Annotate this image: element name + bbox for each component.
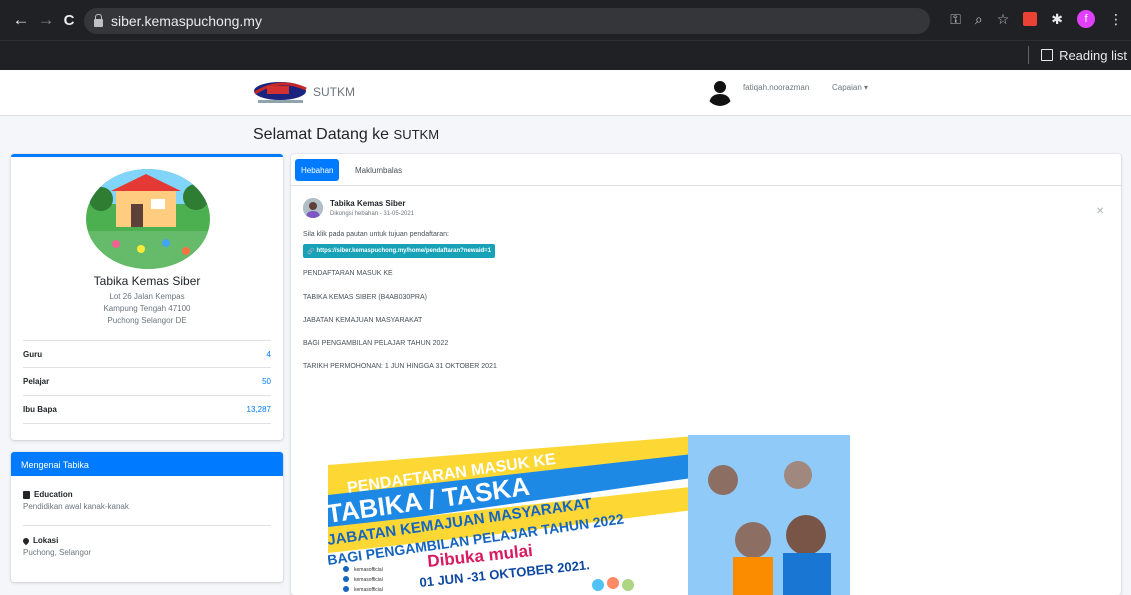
caret-down-icon: ▾ [864,83,869,92]
registration-link[interactable]: 🔗 https://siber.kemaspuchong.my/home/pend… [303,244,496,258]
page-title-brand: SUTKM [393,127,440,142]
stats-list: Guru 4 Pelajar 50 Ibu Bapa 13,287 [23,340,271,424]
school-name: Tabika Kemas Siber [93,274,201,288]
stat-value[interactable]: 13,287 [247,405,271,414]
profile-avatar[interactable]: f [1077,10,1095,28]
kemas-logo[interactable] [253,79,308,105]
post-line: TABIKA KEMAS SIBER (B4AB030PRA) [303,294,427,301]
site-header: SUTKM fatiqah.noorazman Capaian ▾ [0,70,1131,116]
stat-value[interactable]: 50 [262,377,271,386]
announcements-card: Hebahan Maklumbalas Tabika Kemas Siber D… [291,154,1121,595]
location-title: Lokasi [33,536,59,545]
extension-icon[interactable] [1023,12,1038,26]
browser-toolbar: ← → C siber.kemaspuchong.my ⚿ ⌕ ☆ ✱ f ⋮ [0,0,1131,40]
link-icon: 🔗 [307,248,315,255]
registration-poster: PENDAFTARAN MASUK KE TABIKA / TASKA JABA… [328,435,850,595]
address-line-1: Lot 26 Jalan Kempas [109,292,185,301]
stat-label: Guru [23,349,43,359]
reload-icon[interactable]: C [58,9,80,31]
poster-social-3: kemasofficial [354,587,383,593]
page-title: Selamat Datang ke SUTKM [253,126,439,144]
zoom-icon[interactable]: ⌕ [975,11,983,28]
forward-arrow-icon[interactable]: → [35,9,57,31]
username[interactable]: fatiqah.noorazman [743,83,809,92]
close-icon[interactable]: ✕ [1096,206,1104,217]
page-title-prefix: Selamat Datang ke [253,126,394,143]
lock-icon [94,13,103,27]
education-item: Education Pendidikan awal kanak-kanak [23,490,271,511]
education-title: Education [34,490,73,499]
post-intro: Sila klik pada pautan untuk tujuan penda… [303,231,449,238]
post-author-avatar [303,198,323,218]
registration-link-url: https://siber.kemaspuchong.my/home/penda… [316,248,492,254]
post-meta: Dikongsi hebahan - 31-05-2021 [330,211,415,217]
about-divider [23,525,271,526]
stat-row-ibu-bapa: Ibu Bapa 13,287 [23,396,271,424]
user-avatar[interactable] [706,78,734,106]
post-line: JABATAN KEMAJUAN MASYARAKAT [303,317,423,324]
about-heading: Mengenai Tabika [11,452,283,476]
post-line: BAGI PENGAMBILAN PELAJAR TAHUN 2022 [303,340,449,347]
tab-hebahan[interactable]: Hebahan [295,159,340,181]
stat-row-pelajar: Pelajar 50 [23,368,271,396]
reading-list-icon [1041,49,1054,61]
about-card: Mengenai Tabika Education Pendidikan awa… [11,452,283,582]
school-photo [86,169,210,269]
puzzle-icon[interactable]: ✱ [1051,11,1063,28]
star-icon[interactable]: ☆ [997,11,1010,28]
poster-social-2: kemasofficial [354,577,383,583]
access-menu-label: Capaian [832,83,862,92]
stat-value[interactable]: 4 [267,350,271,359]
profile-card: Tabika Kemas Siber Lot 26 Jalan Kempas K… [11,154,283,440]
bookmarks-divider [1028,46,1030,64]
more-menu-icon[interactable]: ⋮ [1109,11,1123,28]
location-item: Lokasi Puchong, Selangor [21,536,271,557]
access-menu[interactable]: Capaian ▾ [832,83,868,92]
address-line-2: Kampung Tengah 47100 [103,304,191,313]
stat-label: Pelajar [23,377,50,386]
stat-label: Ibu Bapa [23,405,57,414]
education-text: Pendidikan awal kanak-kanak [23,502,129,511]
location-text: Puchong, Selangor [23,548,92,557]
reading-list-button[interactable]: Reading list [1028,46,1127,64]
bookmarks-bar: Reading list [0,40,1131,70]
post-author[interactable]: Tabika Kemas Siber [330,199,405,208]
post-line: TARIKH PERMOHONAN: 1 JUN HINGGA 31 OKTOB… [303,363,497,370]
stat-row-guru: Guru 4 [23,340,271,368]
tab-maklumbalas[interactable]: Maklumbalas [349,159,408,181]
map-marker-icon [21,536,31,545]
address-line-3: Puchong Selangor DE [107,316,187,325]
key-icon[interactable]: ⚿ [950,11,961,28]
back-arrow-icon[interactable]: ← [10,9,32,31]
brand-name[interactable]: SUTKM [313,85,355,99]
url-text: siber.kemaspuchong.my [111,13,262,29]
address-bar[interactable]: siber.kemaspuchong.my [84,8,930,34]
reading-list-label: Reading list [1059,47,1127,63]
tab-bar: Hebahan Maklumbalas [291,154,1121,186]
book-icon [23,490,30,499]
post-line: PENDAFTARAN MASUK KE [303,270,393,277]
poster-social-1: kemasofficial [354,567,383,573]
